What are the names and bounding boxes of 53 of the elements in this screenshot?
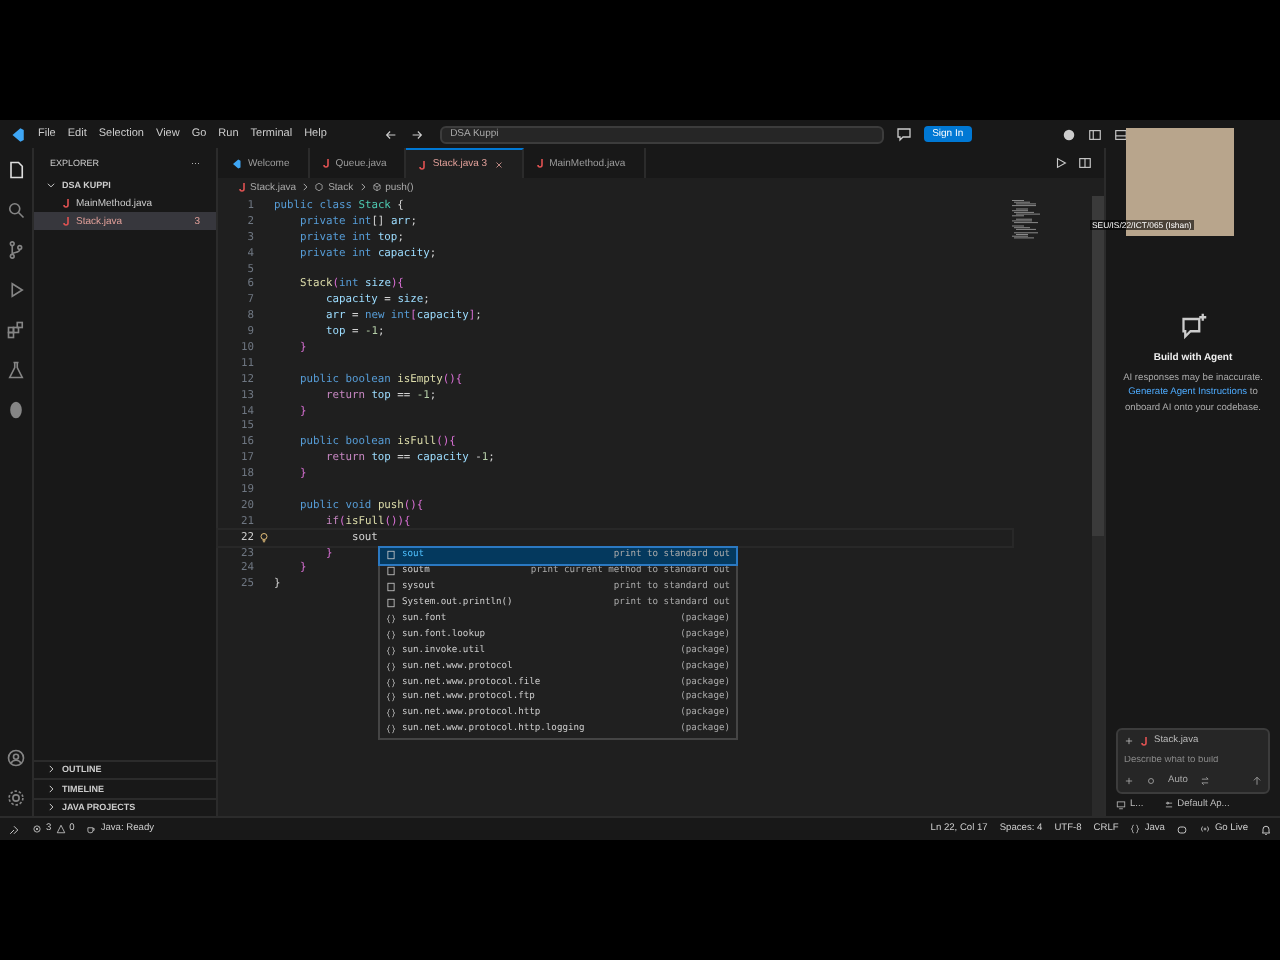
remote-icon: [8, 823, 20, 835]
braces-icon: [386, 724, 396, 735]
error-icon: [32, 824, 42, 834]
braces-icon: [386, 661, 396, 672]
lightbulb-icon: [258, 531, 270, 544]
braces-icon: [386, 614, 396, 624]
swap-icon: [1199, 776, 1210, 786]
add-icon: [1124, 776, 1134, 786]
close-icon: [493, 159, 504, 169]
broadcast-icon: [1200, 824, 1211, 834]
bell-icon: [1260, 823, 1272, 835]
warning-icon: [55, 824, 66, 834]
method-icon: [371, 182, 382, 192]
java-file-icon: [1140, 736, 1148, 746]
send-arrow-icon: [1252, 776, 1262, 786]
extensions-icon: [6, 320, 26, 340]
braces-icon: [386, 708, 396, 719]
back-arrow-icon: [384, 127, 399, 141]
chevron-down-icon: [46, 180, 56, 190]
vscode-logo-icon: [8, 125, 26, 143]
vscode-logo-icon: [230, 157, 242, 169]
chevron-right-icon: [357, 182, 368, 192]
java-file-icon: [238, 182, 246, 192]
braces-icon: [386, 677, 396, 688]
flask-icon: [6, 360, 26, 380]
chat-sparkle-icon: [1179, 311, 1207, 340]
chevron-right-icon: [300, 182, 311, 192]
coffee-cup-icon: [86, 824, 97, 834]
source-control-icon: [6, 240, 26, 260]
panel-layout-icon: [1114, 127, 1128, 141]
chat-bubble-icon: [896, 126, 913, 142]
run-debug-icon: [6, 280, 26, 300]
braces-icon: [386, 692, 396, 703]
account-icon: [1062, 127, 1076, 141]
minimap-drawing: [1012, 200, 1040, 240]
braces-icon: [1130, 824, 1141, 834]
sliders-icon: [1163, 800, 1174, 810]
monitor-icon: [1116, 800, 1126, 810]
braces-icon: [386, 645, 396, 656]
split-editor-icon: [1078, 156, 1092, 170]
braces-icon: [386, 629, 396, 640]
forward-arrow-icon: [410, 127, 425, 141]
class-icon: [314, 182, 325, 192]
java-file-icon: [535, 158, 544, 168]
settings-icon: [6, 788, 26, 808]
add-icon: [1124, 736, 1134, 746]
java-file-icon: [418, 159, 427, 169]
java-file-icon: [321, 158, 330, 168]
account-icon: [6, 748, 26, 768]
search-icon: [6, 200, 26, 220]
sidebar-layout-icon: [1088, 127, 1102, 141]
explorer-icon: [6, 160, 26, 180]
run-icon: [1054, 156, 1068, 170]
